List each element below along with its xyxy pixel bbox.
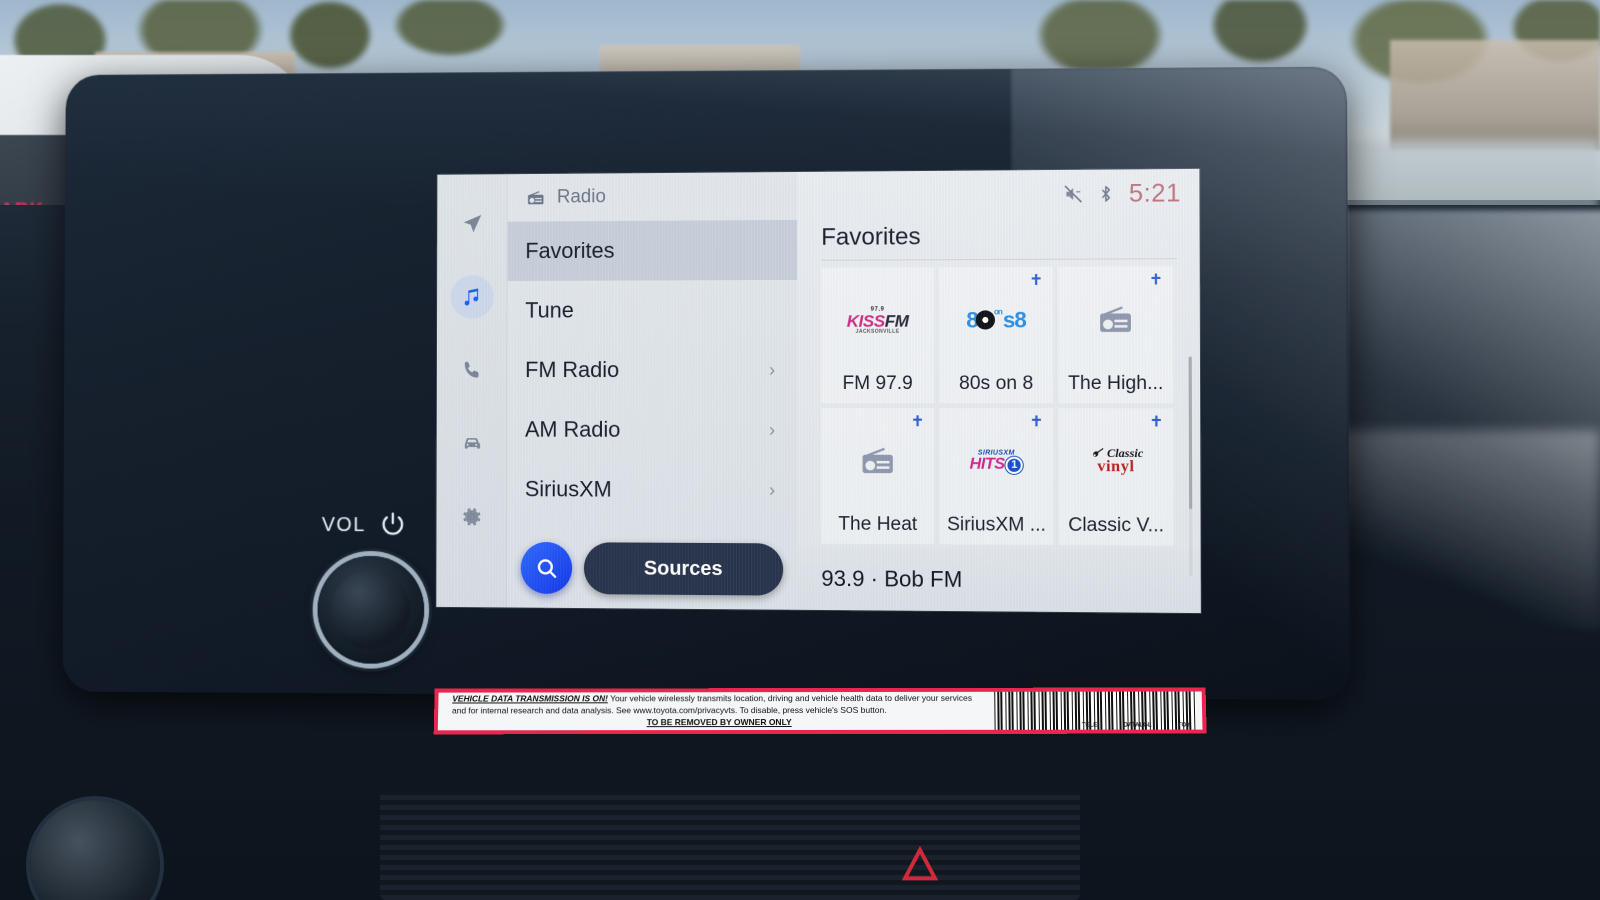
hazard-light-button[interactable] (900, 845, 940, 885)
favorite-tile[interactable]: The Heat (821, 408, 935, 545)
favorite-tile-label: The Heat (838, 513, 918, 536)
barcode-label-3: TOY (1177, 722, 1191, 729)
favorite-tile-label: FM 97.9 (842, 372, 913, 395)
menu-item-label: FM Radio (525, 357, 620, 383)
satellite-badge-icon (1030, 273, 1043, 286)
generic-radio-icon (1093, 299, 1138, 340)
menu-item-tune[interactable]: Tune (507, 280, 797, 341)
favorites-scrollbar-thumb[interactable] (1188, 356, 1193, 510)
vinyl-word: vinyl (1097, 458, 1135, 476)
menu-item-fm-radio[interactable]: FM Radio › (507, 340, 797, 400)
barcode-label-2: DATALGL (1123, 722, 1152, 729)
source-menu-list: Favorites Tune FM Radio › AM Radio › Sir… (507, 219, 798, 536)
eighties-right: s8 (1002, 306, 1026, 333)
now-playing-bar[interactable]: 93.9 · Bob FM (797, 547, 1201, 614)
menu-item-favorites[interactable]: Favorites (507, 219, 798, 282)
favorite-tile-label: 80s on 8 (959, 372, 1034, 395)
satellite-badge-icon (1150, 414, 1163, 427)
rail-item-media[interactable] (450, 275, 494, 319)
volume-cluster: VOL (308, 514, 437, 674)
source-header: Radio (508, 172, 797, 222)
favorites-title: Favorites (821, 223, 921, 251)
chevron-right-icon: › (769, 359, 776, 381)
menu-item-label: AM Radio (524, 416, 621, 442)
power-icon[interactable] (379, 510, 407, 538)
favorite-tile[interactable]: 97.9 KISSFM JACKSONVILLE FM 97.9 (821, 267, 935, 404)
air-vent (380, 790, 1080, 900)
chevron-right-icon: › (769, 420, 776, 441)
favorite-tile[interactable]: 8 on s8 80s on 8 (939, 266, 1054, 404)
search-icon (534, 555, 559, 580)
station-logo-kiss-fm: 97.9 KISSFM JACKSONVILLE (821, 267, 934, 373)
rail-item-settings[interactable] (450, 495, 493, 539)
favorites-scrollbar[interactable] (1188, 356, 1193, 577)
sources-button[interactable]: Sources (583, 542, 784, 596)
sticker-text: VEHICLE DATA TRANSMISSION IS ON! Your ve… (438, 691, 995, 731)
vehicle-data-warning-sticker: VEHICLE DATA TRANSMISSION IS ON! Your ve… (433, 687, 1207, 735)
favorite-tile[interactable]: SIRIUSXM HITS 1 SiriusXM ... (939, 408, 1054, 545)
rail-item-navigation[interactable] (450, 202, 493, 246)
clock: 5:21 (1128, 178, 1181, 208)
menu-item-label: Favorites (525, 237, 615, 264)
menu-item-label: SiriusXM (524, 476, 612, 502)
radio-icon (527, 190, 544, 204)
volume-knob-face (331, 569, 411, 650)
menu-item-label: Tune (525, 297, 574, 323)
status-bar: 5:21 (797, 169, 1199, 220)
app-rail (436, 174, 508, 608)
kiss-city: JACKSONVILLE (855, 328, 900, 335)
satellite-badge-icon (911, 414, 924, 427)
phone-icon (464, 361, 479, 378)
sticker-heading: VEHICLE DATA TRANSMISSION IS ON! (452, 693, 609, 704)
audio-muted-icon (1063, 184, 1083, 204)
hits-number-badge: 1 (1005, 456, 1024, 474)
bluetooth-icon (1096, 184, 1117, 204)
generic-radio-icon (855, 441, 899, 481)
kiss-word: KISS (846, 311, 885, 331)
search-button[interactable] (520, 541, 573, 595)
menu-bottom-bar: Sources (507, 534, 797, 610)
head-unit-bezel: VOL Radio Favorites Tune FM Radio › AM R… (62, 66, 1350, 701)
favorites-panel: 5:21 Favorites 97.9 KISSFM JACKSONVILLE (797, 168, 1201, 614)
favorite-tile-label: Classic V... (1068, 514, 1165, 537)
source-header-label: Radio (556, 186, 606, 208)
sources-button-label: Sources (643, 557, 723, 580)
favorite-tile[interactable]: Classic vinyl Classic V... (1058, 408, 1174, 546)
hits-wordmark: HITS (969, 455, 1005, 473)
rail-item-phone[interactable] (450, 348, 493, 392)
favorite-tile-label: SiriusXM ... (946, 514, 1046, 536)
menu-item-siriusxm[interactable]: SiriusXM › (507, 459, 797, 520)
volume-knob[interactable] (317, 555, 425, 664)
rail-item-vehicle[interactable] (450, 422, 493, 466)
barcode-label-1: TELE (1081, 722, 1098, 729)
volume-label: VOL (321, 514, 366, 537)
source-menu-panel: Radio Favorites Tune FM Radio › AM Radio (506, 171, 798, 610)
eighties-on: on (993, 306, 1002, 316)
car-icon (464, 438, 480, 449)
now-playing-label: 93.9 · Bob FM (821, 565, 963, 592)
menu-item-am-radio[interactable]: AM Radio › (507, 400, 797, 460)
vinyl-disc-icon (975, 310, 995, 330)
guitar-icon (1088, 447, 1104, 459)
satellite-badge-icon (1030, 414, 1043, 427)
barcode-labels: TELE DATALGL TOY (1082, 723, 1191, 729)
music-note-icon (464, 288, 478, 306)
favorite-tile[interactable]: The High... (1058, 266, 1174, 404)
favorites-grid: 97.9 KISSFM JACKSONVILLE FM 97.9 8 on s8… (797, 259, 1201, 577)
building-right (1390, 40, 1600, 150)
navigation-arrow-icon (463, 214, 481, 233)
chevron-right-icon: › (769, 480, 776, 501)
gear-icon (462, 508, 480, 526)
infotainment-display: Radio Favorites Tune FM Radio › AM Radio (436, 168, 1201, 614)
kiss-fm-word: FM (884, 311, 909, 331)
favorite-tile-label: The High... (1068, 372, 1164, 395)
sticker-footer: TO BE REMOVED BY OWNER ONLY (646, 717, 792, 728)
satellite-badge-icon (1149, 272, 1162, 285)
